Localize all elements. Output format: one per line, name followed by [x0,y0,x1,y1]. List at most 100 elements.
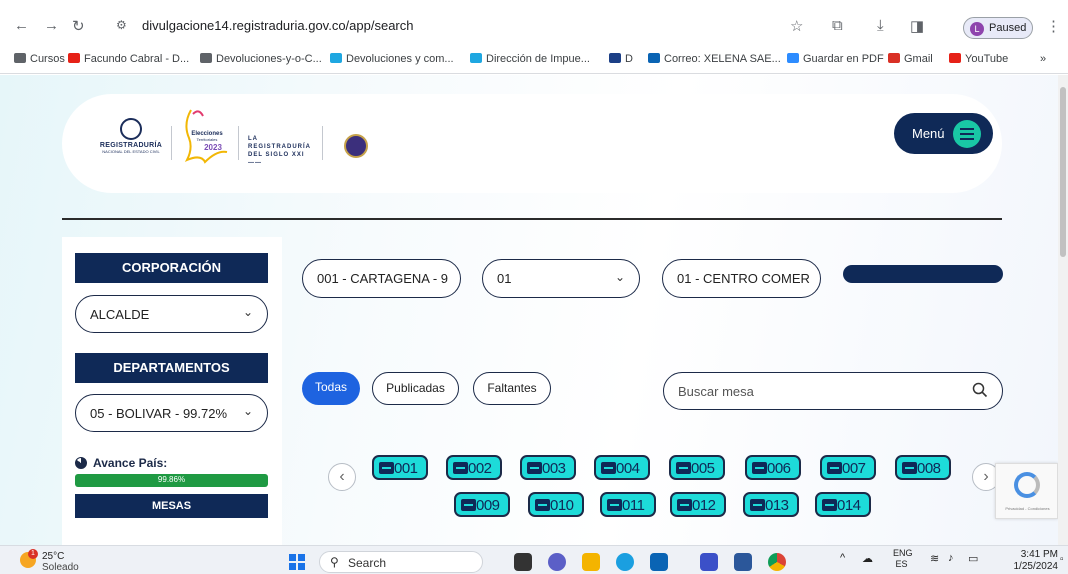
consult-button[interactable] [843,265,1003,283]
search-input[interactable] [678,382,958,400]
language-indicator[interactable]: ENG ES [893,548,913,570]
ballot-box-icon [750,499,765,511]
mesa-button[interactable]: 005 [669,455,725,480]
svg-text:2023: 2023 [204,143,222,152]
bookmark-item[interactable]: Devoluciones y com... [330,53,454,65]
url-text[interactable]: divulgacione14.registraduria.gov.co/app/… [142,18,413,33]
bookmark-item[interactable]: YouTube [949,53,1008,65]
mesa-button[interactable]: 013 [743,492,799,517]
zona-select[interactable]: 01 ⌄ [482,259,640,298]
mesa-number: 009 [476,497,500,514]
mesa-number: 011 [622,497,645,514]
chevron-up-icon[interactable]: ^ [840,552,845,564]
municipio-select[interactable]: 001 - CARTAGENA - 9 [302,259,461,298]
reload-icon[interactable]: ↻ [72,17,85,35]
search-icon: ⚲ [330,555,339,569]
logo-divider [238,126,239,160]
download-icon[interactable]: ⤓ [877,17,884,34]
search-icon[interactable] [972,382,988,398]
mesas-heading: MESAS [75,494,268,518]
battery-icon[interactable]: ▭ [968,552,978,565]
corporacion-select[interactable]: ALCALDE ⌄ [75,295,268,333]
more-bookmarks-icon[interactable]: » [1040,53,1046,65]
mesa-button[interactable]: 004 [594,455,650,480]
side-panel-icon[interactable]: ◨ [910,17,924,35]
ballot-box-icon [677,499,692,511]
page-scrollbar[interactable] [1058,75,1068,545]
bookmark-item[interactable]: Correo: XELENA SAE... [648,53,781,65]
search-box [663,372,1003,410]
clock[interactable]: 3:41 PM 1/25/2024 [1012,549,1059,573]
site-info-icon[interactable]: ⚙ [116,18,127,32]
mesa-button[interactable]: 011 [600,492,656,517]
mail-icon[interactable] [650,553,668,571]
mesa-button[interactable]: 002 [446,455,502,480]
browser-toolbar: ← → ↻ ⚙ divulgacione14.registraduria.gov… [0,0,1068,48]
mesa-button[interactable]: 001 [372,455,428,480]
notifications-icon[interactable]: ▫ [1060,554,1064,565]
taskbar-search[interactable]: ⚲ Search [319,551,483,573]
puesto-select[interactable]: 01 - CENTRO COMER [662,259,821,298]
menu-button[interactable]: Menú [894,113,993,154]
chat-icon[interactable] [548,553,566,571]
mesa-button[interactable]: 007 [820,455,876,480]
departamentos-heading: DEPARTAMENTOS [75,353,268,383]
bookmark-item[interactable]: Guardar en PDF [787,53,884,65]
mesa-button[interactable]: 008 [895,455,951,480]
mesa-button[interactable]: 003 [520,455,576,480]
mesa-number: 013 [765,497,789,514]
forward-icon[interactable]: → [44,17,59,34]
network-icon[interactable]: ☁ [862,552,873,565]
recaptcha-badge[interactable]: Privacidad - Condiciones [995,463,1058,519]
page-content: REGISTRADURÍA NACIONAL DEL ESTADO CIVIL … [0,75,1058,545]
ballot-box-icon [822,499,837,511]
ballot-box-icon [527,462,542,474]
bookmark-item[interactable]: Gmail [888,53,933,65]
volume-icon[interactable]: ♪ [948,552,954,564]
browser-menu-icon[interactable]: ⋮ [1046,17,1061,35]
bookmark-favicon-icon [470,53,482,63]
bookmark-item[interactable]: Facundo Cabral - D... [68,53,189,65]
tab-publicadas[interactable]: Publicadas [372,372,459,405]
bookmark-favicon-icon [949,53,961,63]
tab-todas[interactable]: Todas [302,372,360,405]
ballot-box-icon [827,462,842,474]
bookmark-item[interactable]: Cursos [14,53,65,65]
bookmark-item[interactable]: D [609,53,633,65]
mesa-button[interactable]: 009 [454,492,510,517]
back-icon[interactable]: ← [14,17,29,34]
departamento-select[interactable]: 05 - BOLIVAR - 99.72% ⌄ [75,394,268,432]
mesa-button[interactable]: 012 [670,492,726,517]
progress-percent: 99.86% [157,475,186,484]
mesa-button[interactable]: 014 [815,492,871,517]
edge-icon[interactable] [616,553,634,571]
weather-widget[interactable]: 1 25°C Soleado [20,549,100,573]
bookmark-item[interactable]: Devoluciones-y-o-C... [200,53,322,65]
recaptcha-icon [1014,472,1040,498]
mesa-button[interactable]: 006 [745,455,801,480]
profile-avatar: L [970,22,984,36]
extensions-icon[interactable]: ⧉ [832,17,843,34]
registraduria-logo[interactable]: REGISTRADURÍA NACIONAL DEL ESTADO CIVIL [94,118,168,170]
bookmark-favicon-icon [68,53,80,63]
mesa-number: 010 [550,497,574,514]
mesa-button[interactable]: 010 [528,492,584,517]
terminal-icon[interactable] [514,553,532,571]
mesa-number: 002 [468,460,492,477]
scrollbar-thumb[interactable] [1060,87,1066,257]
windows-start-icon[interactable] [289,554,305,570]
app-icon[interactable] [700,553,718,571]
mesa-number: 005 [691,460,715,477]
tab-faltantes[interactable]: Faltantes [473,372,551,405]
logo-divider [322,126,323,160]
word-icon[interactable] [734,553,752,571]
mesa-number: 014 [837,497,861,514]
wifi-icon[interactable]: ≋ [930,552,939,565]
prev-page-icon[interactable]: ‹ [328,463,356,491]
section-divider [62,218,1002,220]
profile-paused-button[interactable]: L Paused [963,17,1033,39]
bookmark-item[interactable]: Dirección de Impue... [470,53,590,65]
bookmark-star-icon[interactable]: ☆ [790,17,803,35]
file-explorer-icon[interactable] [582,553,600,571]
chrome-icon[interactable] [768,553,786,571]
